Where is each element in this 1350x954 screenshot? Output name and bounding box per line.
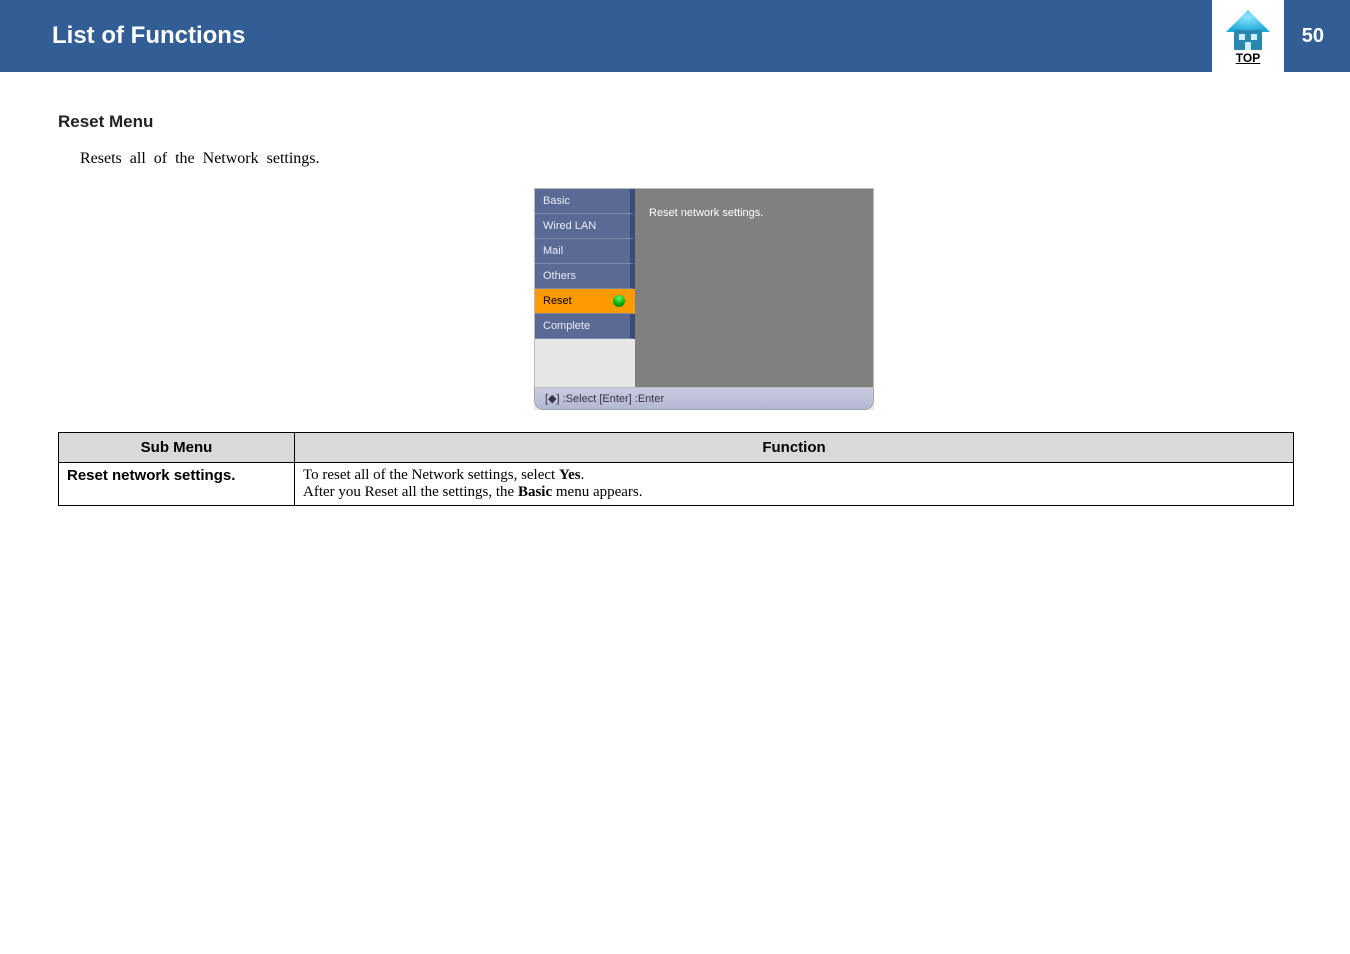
function-table: Sub Menu Function Reset network settings…	[58, 432, 1294, 506]
menu-screenshot: Basic Wired LAN Mail Others Reset Comple…	[534, 188, 874, 410]
table-header-submenu: Sub Menu	[59, 433, 295, 463]
menu-right-text: Reset network settings.	[649, 207, 763, 219]
section-heading: Reset Menu	[58, 112, 1350, 132]
table-cell-function: To reset all of the Network settings, se…	[295, 463, 1294, 506]
menu-tab-reset: Reset	[535, 289, 635, 314]
fn-line1-bold: Yes	[559, 467, 581, 483]
top-home-icon[interactable]: TOP	[1212, 0, 1284, 72]
top-label: TOP	[1236, 51, 1260, 64]
fn-line1-pre: To reset all of the Network settings, se…	[303, 467, 559, 483]
page-content: Reset Menu Resets all of the Network set…	[0, 72, 1350, 506]
menu-tab-mail: Mail	[535, 239, 635, 264]
header-bar: List of Functions TOP 50	[0, 0, 1350, 72]
fn-line2-pre: After you Reset all the settings, the	[303, 484, 518, 500]
page-number: 50	[1302, 25, 1350, 48]
table-header-function: Function	[295, 433, 1294, 463]
menu-footer: [◆] :Select [Enter] :Enter	[534, 388, 874, 410]
page-title: List of Functions	[52, 22, 245, 50]
table-cell-submenu: Reset network settings.	[59, 463, 295, 506]
header-right: TOP 50	[1212, 0, 1350, 72]
menu-tabs: Basic Wired LAN Mail Others Reset Comple…	[535, 189, 635, 387]
fn-line1-post: .	[581, 467, 585, 483]
fn-line2-post: menu appears.	[552, 484, 642, 500]
fn-line2-bold: Basic	[518, 484, 552, 500]
menu-tab-complete: Complete	[535, 314, 635, 339]
menu-tab-basic: Basic	[535, 189, 635, 214]
menu-tab-reset-label: Reset	[543, 295, 572, 307]
table-row: Reset network settings. To reset all of …	[59, 463, 1294, 506]
menu-right-panel: Reset network settings.	[635, 189, 873, 387]
section-text: Resets all of the Network settings.	[80, 150, 1350, 168]
menu-tab-wired-lan: Wired LAN	[535, 214, 635, 239]
menu-tab-others: Others	[535, 264, 635, 289]
